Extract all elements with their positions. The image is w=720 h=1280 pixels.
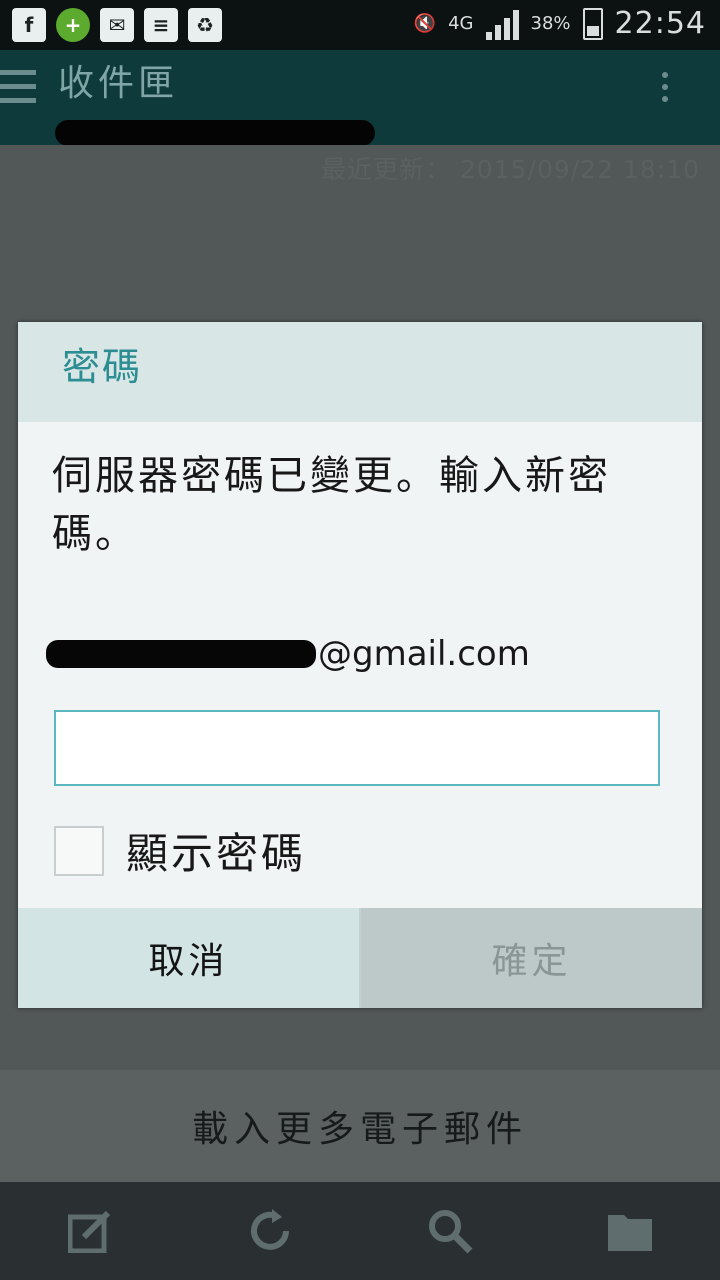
battery-icon bbox=[582, 7, 603, 40]
app-bar: 收件匣 bbox=[0, 50, 720, 146]
more-options-icon[interactable] bbox=[662, 72, 668, 102]
facebook-icon: f bbox=[12, 8, 46, 42]
refresh-icon[interactable] bbox=[240, 1201, 300, 1261]
clock: 22:54 bbox=[614, 6, 706, 41]
plus-circle-icon: + bbox=[56, 8, 90, 42]
dialog-buttons: 取消 確定 bbox=[18, 908, 702, 1008]
dialog-title: 密碼 bbox=[62, 345, 143, 389]
page-title: 收件匣 bbox=[58, 63, 179, 104]
show-password-toggle[interactable]: 顯示密碼 bbox=[54, 820, 306, 881]
folder-icon[interactable] bbox=[600, 1201, 660, 1261]
notification-icons: f + ✉ ≡ ♻ bbox=[12, 8, 222, 42]
network-type: 4G bbox=[448, 13, 474, 34]
dialog-message: 伺服器密碼已變更。輸入新密碼。 bbox=[52, 453, 611, 557]
menu-icon[interactable] bbox=[0, 70, 36, 110]
redacted-account bbox=[55, 120, 375, 146]
compose-icon[interactable] bbox=[60, 1201, 120, 1261]
email-domain: @gmail.com bbox=[318, 634, 530, 674]
database-icon: ≡ bbox=[144, 8, 178, 42]
mail-icon: ✉ bbox=[100, 8, 134, 42]
last-updated: 最近更新： 2015/09/22 18:10 bbox=[320, 155, 700, 184]
ok-button[interactable]: 確定 bbox=[361, 908, 702, 1008]
system-icons: 🔇 4G 38% 22:54 bbox=[414, 6, 706, 41]
password-input[interactable] bbox=[54, 710, 660, 786]
signal-icon bbox=[485, 8, 519, 40]
show-password-label: 顯示密碼 bbox=[126, 829, 307, 878]
cancel-button[interactable]: 取消 bbox=[18, 908, 361, 1008]
password-dialog: 密碼 伺服器密碼已變更。輸入新密碼。 @gmail.com 顯示密碼 取消 確定 bbox=[18, 322, 702, 1008]
search-icon[interactable] bbox=[420, 1201, 480, 1261]
battery-percent: 38% bbox=[530, 13, 571, 34]
recycle-icon: ♻ bbox=[188, 8, 222, 42]
mute-icon: 🔇 bbox=[413, 13, 437, 34]
dialog-header: 密碼 bbox=[18, 322, 702, 422]
account-email: @gmail.com bbox=[46, 630, 530, 678]
status-bar: f + ✉ ≡ ♻ 🔇 4G 38% 22:54 bbox=[0, 0, 720, 50]
redacted-email-local bbox=[46, 640, 316, 668]
bottom-toolbar bbox=[0, 1182, 720, 1280]
load-more-button[interactable]: 載入更多電子郵件 bbox=[0, 1100, 720, 1152]
show-password-checkbox[interactable] bbox=[54, 825, 104, 876]
